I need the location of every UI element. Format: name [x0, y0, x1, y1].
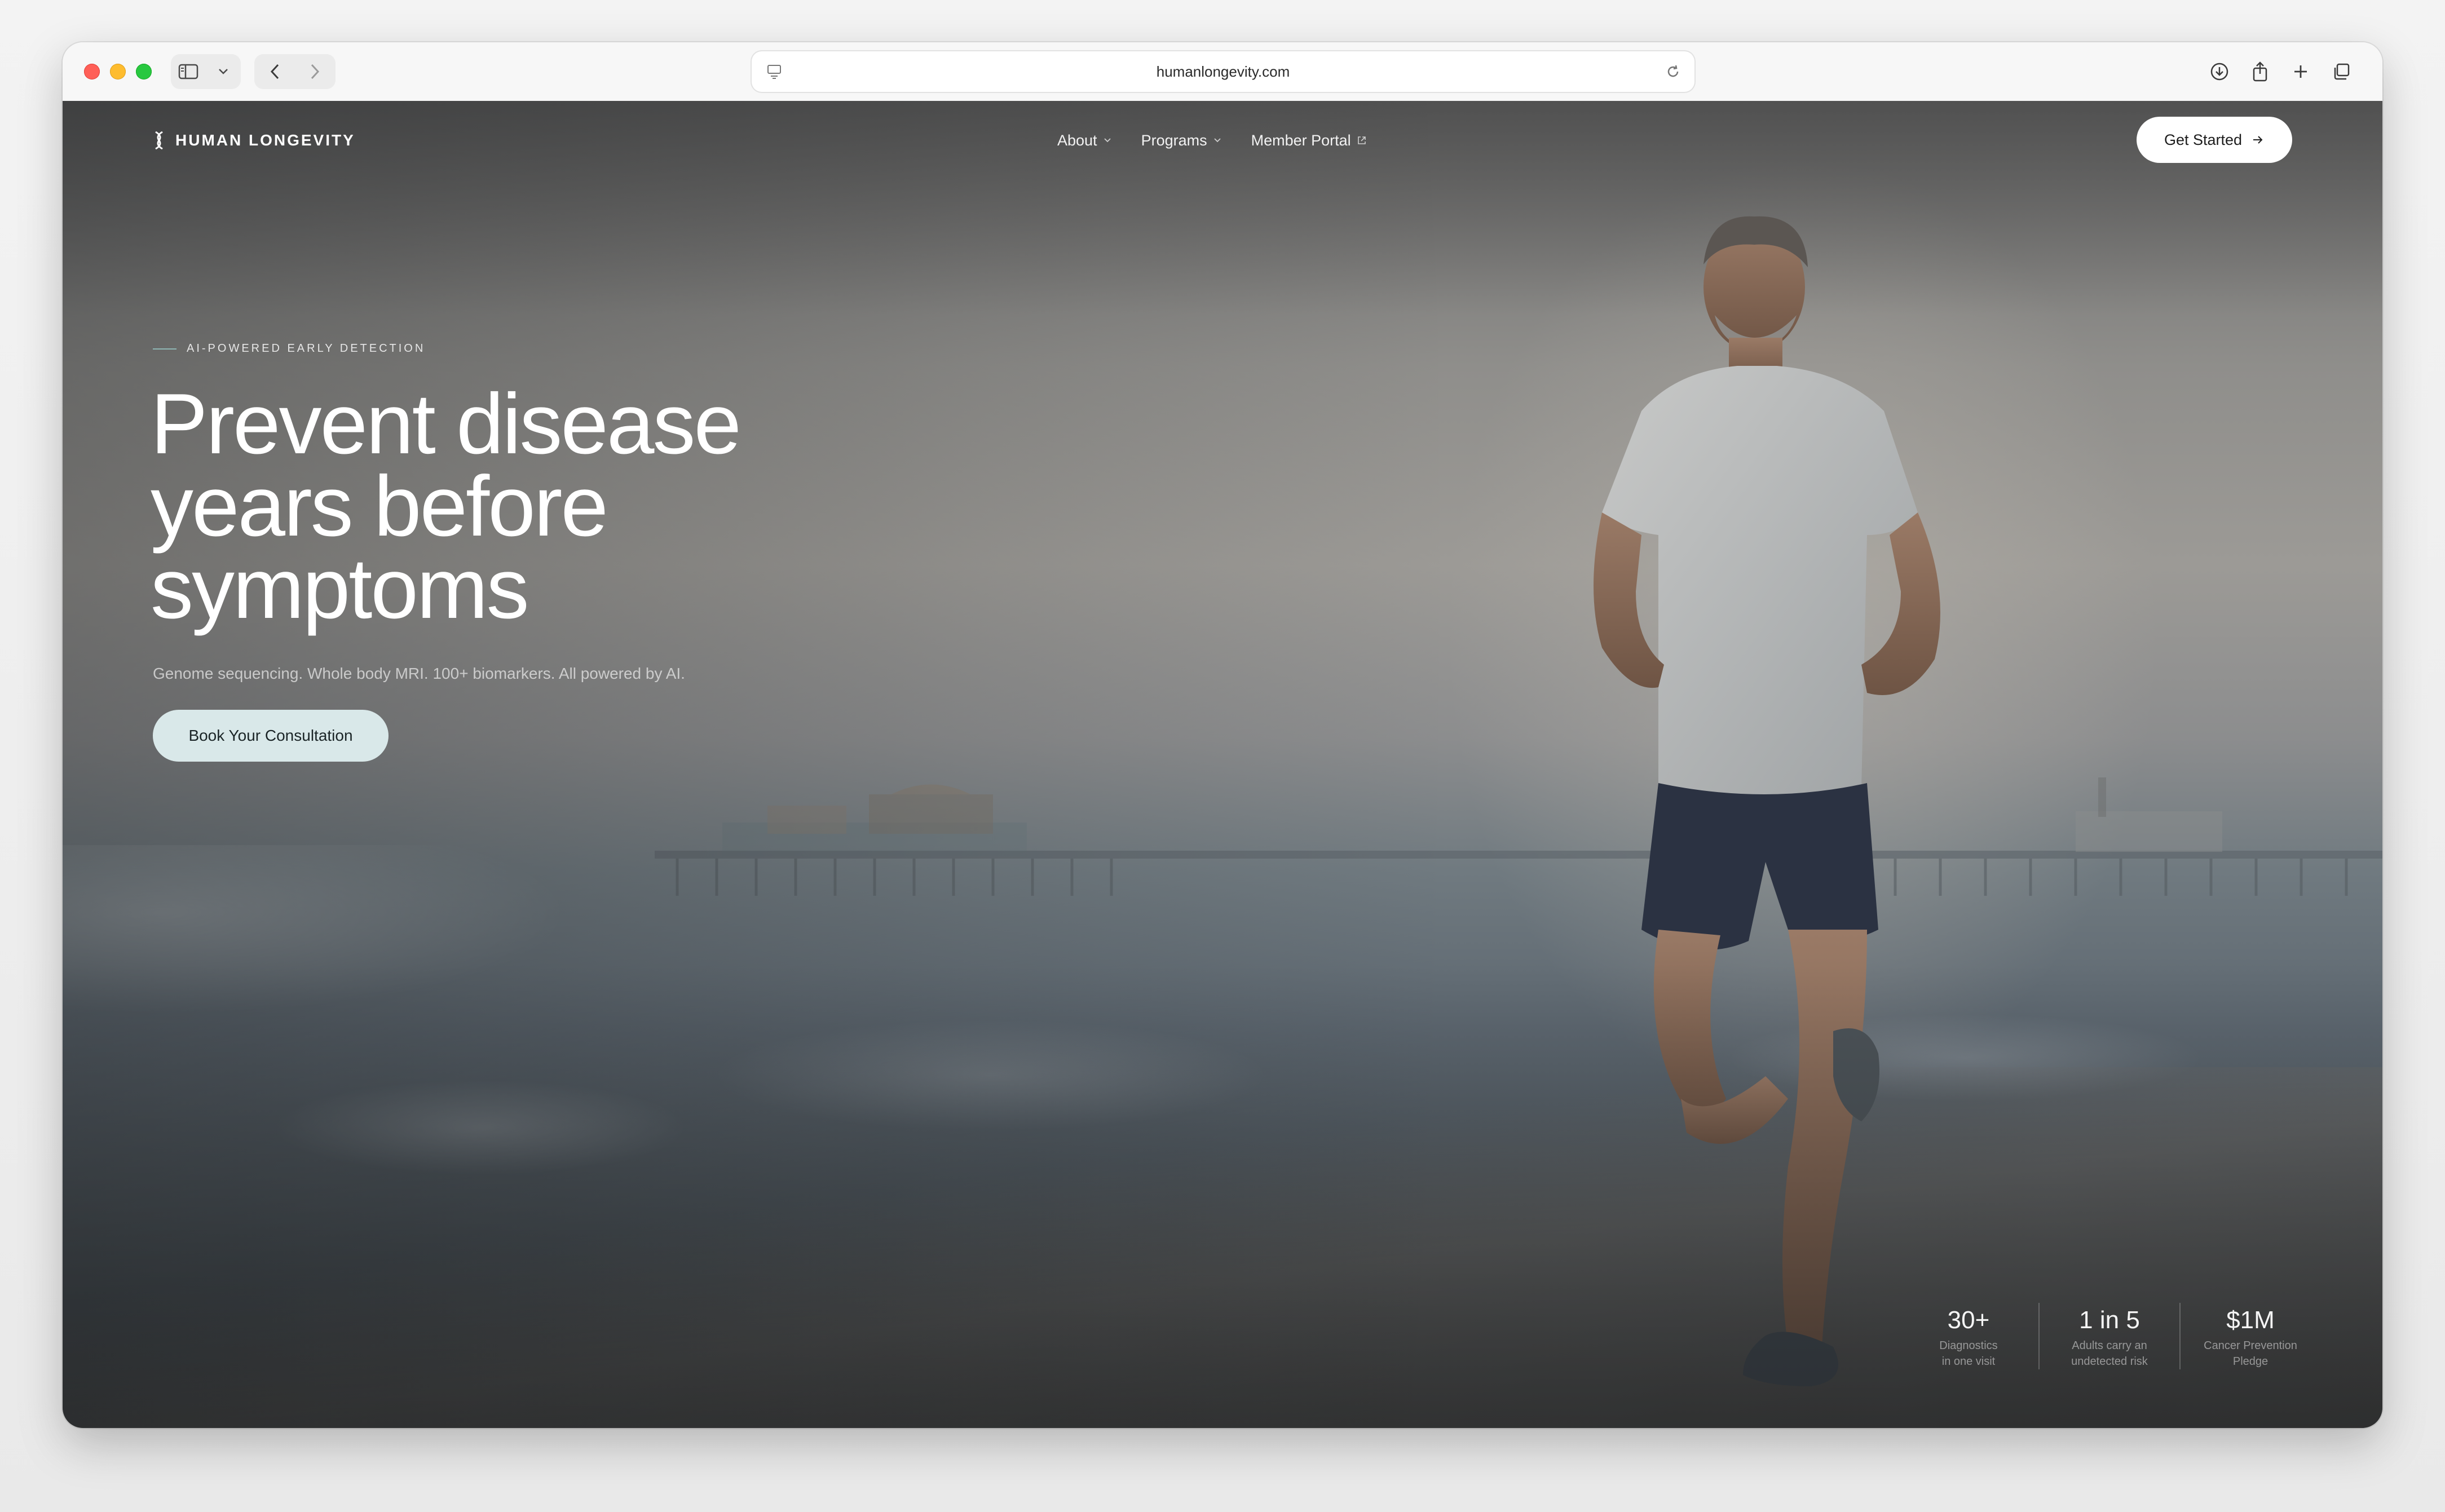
nav-item-about[interactable]: About [1057, 132, 1112, 149]
stat-label-line: Cancer Prevention [2204, 1339, 2297, 1352]
sidebar-icon[interactable] [171, 54, 206, 89]
get-started-label: Get Started [2164, 131, 2243, 148]
stat-value: $1M [2226, 1306, 2275, 1334]
stat-label-line: Diagnostics [1939, 1339, 1998, 1352]
nav-item-label: About [1057, 131, 1097, 149]
browser-toolbar: humanlongevity.com [63, 42, 2382, 102]
nav-item-programs[interactable]: Programs [1141, 132, 1222, 149]
stat-label-line: Adults carry an [2072, 1339, 2147, 1352]
book-consultation-label: Book Your Consultation [188, 727, 353, 744]
desktop: humanlongevity.com HUMAN LONGEVITY About… [0, 0, 2445, 1512]
stat-label: Adults carry an undetected risk [2040, 1338, 2179, 1369]
zoom-window-button[interactable] [136, 64, 152, 79]
stat-value: 30+ [1947, 1306, 1990, 1334]
tab-overview-icon[interactable] [2324, 54, 2359, 89]
close-window-button[interactable] [84, 64, 100, 79]
stat-label: Diagnostics in one visit [1899, 1338, 2038, 1369]
arrow-right-icon [2253, 136, 2263, 144]
stat-item: 1 in 5 Adults carry an undetected risk [2038, 1303, 2179, 1369]
dna-logo-icon [155, 131, 163, 150]
reload-icon[interactable] [1664, 63, 1682, 81]
forward-icon[interactable] [297, 54, 332, 89]
hero-eyebrow: AI-POWERED EARLY DETECTION [153, 342, 425, 355]
stat-label-line: in one visit [1941, 1355, 1996, 1368]
hero-vignette [63, 101, 2382, 1428]
web-page: HUMAN LONGEVITY About Programs Member Po… [63, 101, 2382, 1428]
external-link-icon [1357, 136, 1366, 144]
nav-item-label: Member Portal [1251, 131, 1351, 149]
url-text[interactable]: humanlongevity.com [752, 51, 1694, 92]
minimize-window-button[interactable] [110, 64, 126, 79]
downloads-icon[interactable] [2202, 54, 2237, 89]
back-icon[interactable] [258, 54, 293, 89]
stat-label: Cancer Prevention Pledge [2181, 1338, 2320, 1369]
book-consultation-button[interactable]: Book Your Consultation [153, 710, 389, 762]
new-tab-icon[interactable] [2283, 54, 2318, 89]
eyebrow-text: AI-POWERED EARLY DETECTION [187, 342, 426, 355]
nav-item-member-portal[interactable]: Member Portal [1251, 132, 1367, 149]
hero-subhead: Genome sequencing. Whole body MRI. 100+ … [153, 665, 685, 682]
browser-window: humanlongevity.com HUMAN LONGEVITY About… [63, 42, 2382, 1428]
chevron-down-icon [1104, 138, 1111, 143]
stat-label-line: undetected risk [2071, 1355, 2148, 1368]
headline-line: years before [151, 458, 608, 554]
sidebar-toggle-group [171, 54, 241, 89]
stat-label-line: Pledge [2232, 1355, 2269, 1368]
get-started-button[interactable]: Get Started [2137, 117, 2292, 163]
share-icon[interactable] [2243, 54, 2278, 89]
brand-name: HUMAN LONGEVITY [175, 131, 355, 149]
stat-value: 1 in 5 [2079, 1306, 2140, 1334]
eyebrow-accent-line [153, 348, 176, 350]
chevron-down-icon [1213, 138, 1221, 143]
stats-strip: 30+ Diagnostics in one visit 1 in 5 Adul… [1899, 1303, 2320, 1369]
stat-item: $1M Cancer Prevention Pledge [2179, 1303, 2320, 1369]
stat-item: 30+ Diagnostics in one visit [1899, 1303, 2038, 1369]
nav-links: About Programs Member Portal [1057, 128, 1396, 153]
brand-logo[interactable]: HUMAN LONGEVITY [153, 128, 355, 153]
address-bar[interactable]: humanlongevity.com [752, 51, 1694, 92]
hero-headline: Prevent disease years before symptoms [151, 376, 940, 636]
headline-line: Prevent disease [151, 376, 742, 472]
nav-item-label: Programs [1141, 131, 1207, 149]
history-nav-group [254, 54, 336, 89]
chevron-down-icon[interactable] [206, 54, 241, 89]
site-nav: HUMAN LONGEVITY About Programs Member Po… [63, 101, 2382, 180]
toolbar-right-actions [2202, 54, 2371, 89]
headline-line: symptoms [151, 541, 529, 636]
